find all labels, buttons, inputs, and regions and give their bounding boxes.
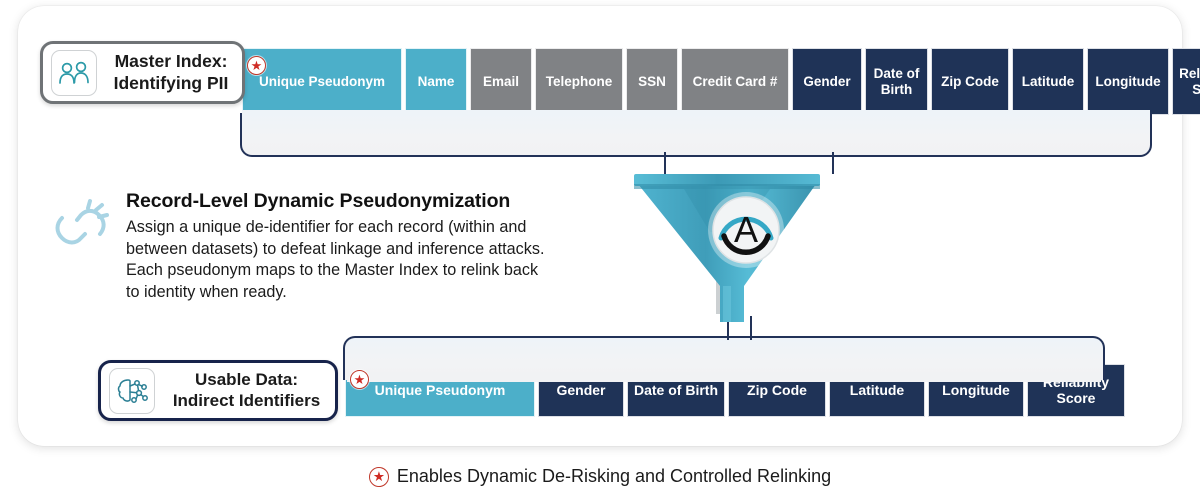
two-people-icon [51,49,97,96]
pii-field-cell[interactable]: Reliability Score [1172,48,1200,115]
footer-text: Enables Dynamic De-Risking and Controlle… [396,466,832,486]
master-index-label-box: Master Index: Identifying PII [40,41,245,104]
brain-network-icon [109,367,155,414]
usable-data-line1: Usable Data: [195,369,298,389]
pii-field-cell[interactable]: Date of Birth [865,48,928,115]
identifying-pii-field-row: Unique Pseudonym Name Email Telephone SSN Cre… [242,48,1200,115]
svg-text:A: A [734,209,758,250]
master-index-line1: Master Index: [114,51,228,72]
bottom-tray-seam-mask [347,372,1101,382]
pii-field-cell[interactable]: Latitude [1012,48,1084,115]
broken-link-icon [52,196,110,259]
master-index-line2: Identifying PII [113,72,229,93]
footer-star-badge: ★ [368,466,389,487]
pii-field-cell[interactable]: Email [470,48,532,115]
description-body: Assign a unique de-identifier for each r… [126,218,545,302]
pii-field-cell[interactable]: Credit Card # [681,48,789,115]
pii-field-cell[interactable]: SSN [626,48,678,115]
usable-data-text: Usable Data: Indirect Identifiers [155,370,335,411]
pii-field-cell[interactable]: Name [405,48,467,115]
funnel-icon: A [620,162,820,330]
pii-field-cell[interactable]: Longitude [1087,48,1169,115]
pii-field-cell[interactable]: Unique Pseudonym [242,48,402,115]
pii-field-cell[interactable]: Gender [792,48,862,115]
master-index-text: Master Index: Identifying PII [97,51,242,94]
footer-caption: ★ Enables Dynamic De-Risking and Control… [0,466,1200,487]
description-title: Record-Level Dynamic Pseudonymization [126,190,511,212]
usable-data-label-box: Usable Data: Indirect Identifiers [98,360,338,421]
pii-field-cell[interactable]: Telephone [535,48,623,115]
top-tray-connector [240,113,1152,157]
pii-field-cell[interactable]: Zip Code [931,48,1009,115]
funnel-inlet-line-right [832,152,834,174]
top-row-star-badge: ★ [247,56,266,75]
diagram-canvas: A Unique Pseudonym Name Email Telephone SSN C… [0,0,1200,504]
top-tray-seam-mask [242,110,1150,116]
usable-data-line2: Indirect Identifiers [172,390,321,410]
description-block: Record-Level Dynamic Pseudonymization As… [126,190,556,304]
bottom-row-star-badge: ★ [350,370,369,389]
